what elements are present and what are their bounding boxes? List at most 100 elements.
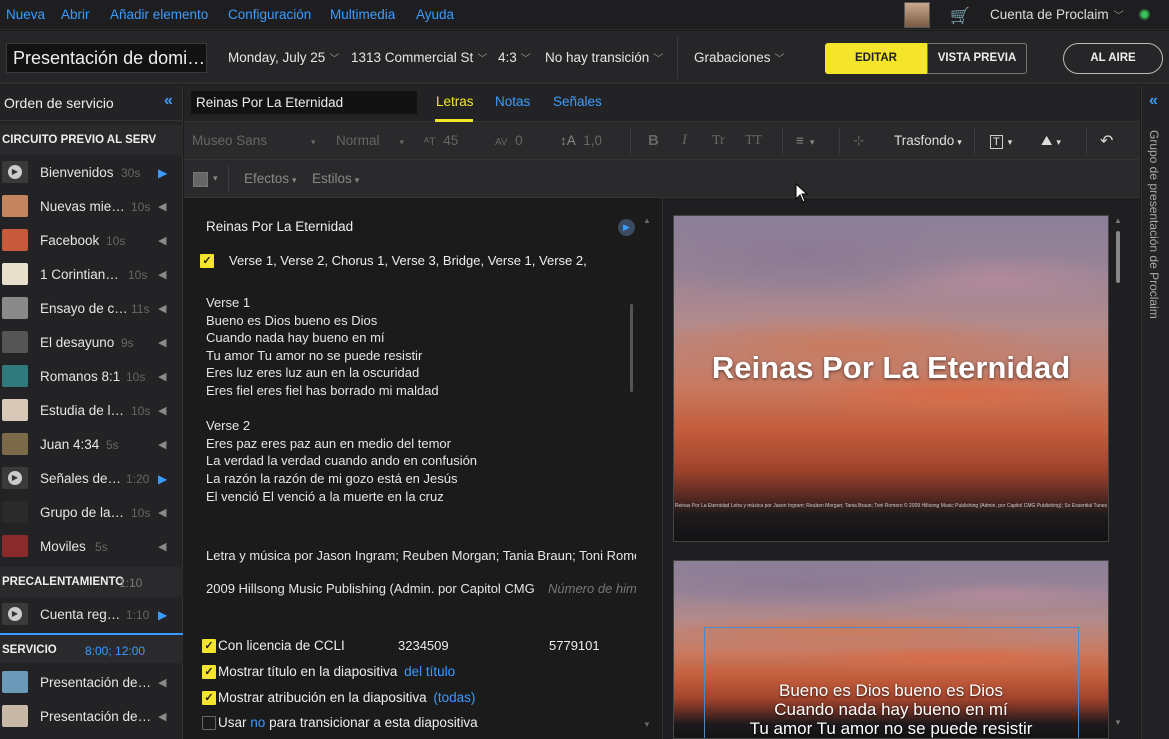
sidebar-item[interactable]: Estudia de l… 10s ◀ [0, 394, 183, 428]
sidebar-item[interactable]: ▶ Cuenta reg… 1:10 ▶ [0, 598, 183, 632]
sidebar-item[interactable]: Facebook 10s ◀ [0, 224, 183, 258]
date-dropdown[interactable]: Monday, July 25 ﹀ [228, 50, 339, 65]
scroll-down-icon[interactable]: ▼ [1114, 718, 1122, 727]
play-icon[interactable]: ▶ [158, 472, 167, 486]
cart-icon[interactable]: 🛒 [950, 6, 970, 26]
transition-dropdown[interactable]: No hay transición ﹀ [545, 50, 663, 65]
scroll-up-icon[interactable]: ▲ [1114, 216, 1122, 225]
sidebar-item[interactable]: Grupo de la… 10s ◀ [0, 496, 183, 530]
show-attribution-link[interactable]: (todas) [433, 690, 475, 705]
align-menu[interactable]: ≡ ▾ [796, 133, 814, 148]
transition-checkbox[interactable] [202, 716, 216, 730]
recordings-dropdown[interactable]: Grabaciones ﹀ [694, 50, 785, 65]
sidebar-item[interactable]: El desayuno 9s ◀ [0, 326, 183, 360]
speaker-icon[interactable]: ◀ [158, 234, 166, 247]
credits-field[interactable]: Letra y música por Jason Ingram; Reuben … [206, 548, 636, 563]
menu-open[interactable]: Abrir [61, 7, 90, 22]
presentation-title-input[interactable]: Presentación de domi… [6, 43, 207, 73]
sidebar-item[interactable]: Presentación de… ◀ [0, 700, 183, 734]
transition-link[interactable]: no [250, 715, 265, 730]
ccli-number-2[interactable]: 5779101 [549, 638, 600, 653]
tab-notes[interactable]: Notas [495, 94, 530, 109]
show-title-checkbox[interactable]: ✓ [202, 665, 216, 679]
sequence-checkbox[interactable]: ✓ [200, 254, 214, 268]
font-weight-select[interactable]: Normal ▾ [336, 133, 404, 148]
slide-thumbnail[interactable]: Reinas Por La Eternidad Reinas Por La Et… [673, 215, 1109, 542]
tab-signals[interactable]: Señales [553, 94, 602, 109]
speaker-icon[interactable]: ◀ [158, 302, 166, 315]
aspect-dropdown[interactable]: 4:3 ﹀ [498, 50, 531, 65]
copyright-field[interactable]: 2009 Hillsong Music Publishing (Admin. p… [206, 581, 535, 596]
tab-lyrics[interactable]: Letras [436, 94, 474, 109]
italic-button[interactable]: I [682, 132, 687, 149]
sidebar-item[interactable]: 1 Corintian… 10s ◀ [0, 258, 183, 292]
sidebar-item[interactable]: ▶ Señales de… 1:20 ▶ [0, 462, 183, 496]
title-case-button[interactable]: Tr [712, 133, 725, 149]
speaker-icon[interactable]: ◀ [158, 710, 166, 723]
slide-thumbnail[interactable]: Bueno es Dios bueno es Dios Cuando nada … [673, 560, 1109, 739]
speaker-icon[interactable]: ◀ [158, 506, 166, 519]
line-height-field[interactable]: ↕A 1,0 [560, 133, 602, 148]
effects-menu[interactable]: Efectos ▾ [244, 171, 297, 186]
ccli-number-1[interactable]: 3234509 [398, 638, 449, 653]
sidebar-item[interactable]: Presentación de… ◀ [0, 666, 183, 700]
uppercase-button[interactable]: TT [745, 133, 762, 149]
account-menu[interactable]: Cuenta de Proclaim ﹀ [990, 7, 1124, 22]
sidebar-item[interactable]: Ensayo de c… 11s ◀ [0, 292, 183, 326]
expand-panel-icon[interactable]: « [1149, 92, 1158, 110]
go-live-button[interactable]: AL AIRE [1063, 43, 1163, 74]
play-icon[interactable]: ▶ [158, 608, 167, 622]
lyrics-scrollbar[interactable] [630, 304, 633, 392]
speaker-icon[interactable]: ◀ [158, 268, 166, 281]
kerning-field[interactable]: AV 0 [495, 133, 523, 148]
sidebar-item[interactable]: ▶ Bienvenidos 30s ▶ [0, 156, 183, 190]
sidebar-item[interactable]: Nuevas mie… 10s ◀ [0, 190, 183, 224]
chevron-down-icon[interactable]: ▾ [213, 173, 218, 184]
font-family-select[interactable]: Museo Sans ▾ [192, 133, 316, 148]
menu-settings[interactable]: Configuración [228, 7, 311, 22]
text-box-menu[interactable]: T ▾ [990, 133, 1012, 149]
play-icon[interactable]: ▶ [618, 219, 635, 236]
styles-menu[interactable]: Estilos ▾ [312, 171, 359, 186]
menu-new[interactable]: Nueva [6, 7, 45, 22]
sidebar-item[interactable]: Romanos 8:1 10s ◀ [0, 360, 183, 394]
menu-media[interactable]: Multimedia [330, 7, 395, 22]
show-title-link[interactable]: del título [404, 664, 455, 679]
menu-add-item[interactable]: Añadir elemento [110, 7, 208, 22]
strikethrough-icon[interactable]: ⊹ [853, 133, 864, 149]
bold-button[interactable]: B [648, 132, 659, 149]
speaker-icon[interactable]: ◀ [158, 200, 166, 213]
scroll-down-icon[interactable]: ▼ [643, 720, 651, 729]
color-swatch[interactable] [193, 172, 208, 187]
sidebar-item[interactable]: Moviles 5s ◀ [0, 530, 183, 564]
scroll-up-icon[interactable]: ▲ [643, 216, 651, 225]
menu-help[interactable]: Ayuda [416, 7, 454, 22]
show-attribution-checkbox[interactable]: ✓ [202, 691, 216, 705]
avatar[interactable] [904, 2, 930, 28]
sidebar-item[interactable]: Juan 4:34 5s ◀ [0, 428, 183, 462]
collapse-left-icon[interactable]: « [164, 92, 173, 110]
section-service[interactable]: SERVICIO 8:00; 12:00 [0, 633, 183, 663]
speaker-icon[interactable]: ◀ [158, 336, 166, 349]
speaker-icon[interactable]: ◀ [158, 540, 166, 553]
speaker-icon[interactable]: ◀ [158, 370, 166, 383]
speaker-icon[interactable]: ◀ [158, 404, 166, 417]
preview-scrollbar[interactable] [1116, 231, 1120, 283]
section-warmup[interactable]: PRECALENTAMIENTO 1:10 [0, 567, 183, 597]
speaker-icon[interactable]: ◀ [158, 438, 166, 451]
font-size-field[interactable]: ᴬT 45 [424, 133, 458, 148]
item-title-input[interactable]: Reinas Por La Eternidad [191, 91, 417, 114]
location-dropdown[interactable]: 1313 Commercial St ﹀ [351, 50, 487, 65]
background-menu[interactable]: Trasfondo ▾ [894, 133, 962, 148]
edit-mode-button[interactable]: EDITAR [825, 43, 927, 74]
song-title[interactable]: Reinas Por La Eternidad [206, 219, 353, 234]
ccli-checkbox[interactable]: ✓ [202, 639, 216, 653]
hymn-number-field[interactable]: Número de himno [548, 581, 636, 596]
song-sequence[interactable]: Verse 1, Verse 2, Chorus 1, Verse 3, Bri… [229, 253, 587, 268]
image-menu[interactable]: ⛰ ▾ [1041, 133, 1061, 149]
section-pre-service[interactable]: CIRCUITO PREVIO AL SERVICIO [0, 125, 183, 155]
preview-mode-button[interactable]: VISTA PREVIA [927, 43, 1027, 74]
undo-icon[interactable]: ↶ [1100, 131, 1113, 151]
right-panel-label[interactable]: Grupo de presentación de Proclaim [1147, 130, 1161, 319]
play-icon[interactable]: ▶ [158, 166, 167, 180]
